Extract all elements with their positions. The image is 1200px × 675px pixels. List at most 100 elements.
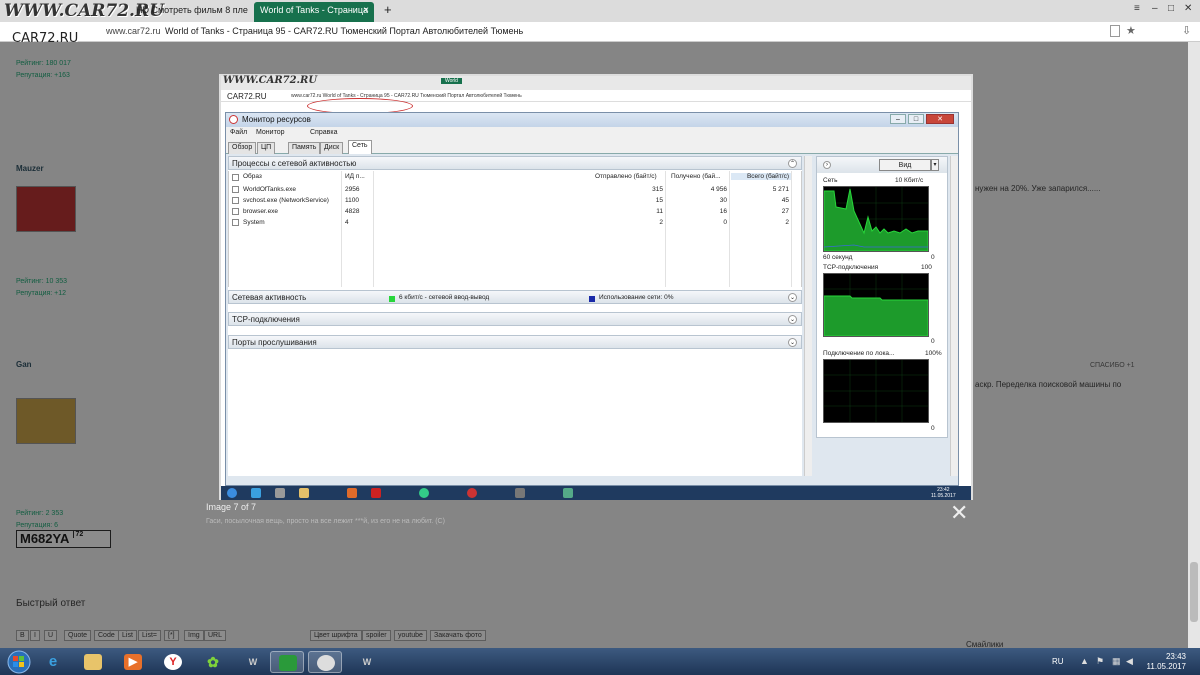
cell-sent: 2	[659, 219, 663, 226]
taskbar-ie[interactable]: e	[36, 651, 70, 673]
chevron-up-icon[interactable]: ⌃	[788, 159, 797, 168]
left-pane-scrollbar[interactable]	[804, 156, 812, 476]
tray-arrow-icon[interactable]: ▲	[1080, 656, 1089, 666]
taskbar-resmon[interactable]	[270, 651, 304, 673]
resmon-graphs-pane: › Вид ▾ Сеть 10 Кбит/с 60 секунд 0 TCP-п…	[816, 156, 948, 438]
row-checkbox[interactable]	[232, 186, 239, 193]
address-bar[interactable]: www.car72.ru World of Tanks - Страница 9…	[0, 22, 1200, 42]
graph-tcp-max: 100	[921, 264, 932, 271]
windows-logo-icon	[7, 650, 31, 674]
chevron-down-icon[interactable]: ⌄	[788, 293, 797, 302]
cell-image: browser.exe	[243, 208, 279, 215]
taskbar-explorer[interactable]	[76, 651, 110, 673]
graphs-header: › Вид ▾	[817, 157, 947, 173]
right-pane-scrollbar[interactable]	[950, 156, 958, 476]
inner-app-icon	[563, 488, 573, 498]
taskbar-wot-launcher[interactable]: W	[350, 651, 384, 673]
url-host[interactable]: www.car72.ru	[106, 26, 161, 36]
cell-total: 5 271	[772, 186, 789, 193]
tab-close-icon[interactable]: ×	[363, 5, 369, 16]
cell-pid: 4	[345, 219, 349, 226]
graph-network-plot	[823, 187, 929, 252]
graph-network-max: 10 Кбит/с	[895, 177, 924, 184]
tab-memory[interactable]: Память	[288, 142, 321, 154]
taskbar-wot[interactable]: W	[236, 651, 270, 673]
start-button[interactable]	[4, 650, 34, 674]
view-dropdown-arrow-icon[interactable]: ▾	[931, 159, 939, 171]
folder-icon	[84, 654, 102, 670]
view-button[interactable]: Вид	[879, 159, 931, 171]
gear-icon: ✿	[207, 654, 219, 670]
row-checkbox[interactable]	[232, 208, 239, 215]
chevron-right-icon[interactable]: ›	[823, 161, 831, 169]
col-pid[interactable]: ИД п...	[345, 173, 365, 180]
minimize-button[interactable]: –	[1152, 3, 1158, 14]
cell-pid: 4828	[345, 208, 360, 215]
col-received[interactable]: Получено (бай...	[671, 173, 721, 180]
cell-sent: 11	[656, 208, 663, 215]
col-total[interactable]: Всего (байт/с)	[731, 173, 791, 180]
inner-chrome-icon	[419, 488, 429, 498]
resmon-maximize-button[interactable]: □	[908, 114, 924, 124]
network-icon[interactable]: ▦	[1112, 656, 1121, 667]
tab-network[interactable]: Сеть	[348, 140, 372, 154]
chevron-down-icon[interactable]: ⌄	[788, 338, 797, 347]
section-processes-header[interactable]: Процессы с сетевой активностью ⌃	[228, 156, 802, 170]
graph-lan-min: 0	[931, 425, 935, 432]
tab-movie[interactable]: HD Смотреть фильм 8 плену у	[130, 2, 248, 22]
volume-icon[interactable]: ◀	[1126, 656, 1133, 667]
language-indicator[interactable]: RU	[1052, 657, 1064, 666]
download-icon[interactable]: ⇩	[1182, 24, 1191, 37]
column-divider	[791, 171, 792, 287]
tab-movie-label: HD Смотреть фильм 8 плену у	[136, 5, 248, 15]
legend-green-swatch	[389, 296, 395, 302]
maximize-button[interactable]: □	[1168, 3, 1174, 14]
cell-image: svchost.exe (NetworkService)	[243, 197, 329, 204]
clock-time[interactable]: 23:43	[1146, 652, 1186, 661]
tab-world-of-tanks[interactable]: World of Tanks - Страница ×	[254, 2, 374, 22]
menu-monitor[interactable]: Монитор	[256, 129, 285, 136]
taskbar-yandex[interactable]: Y	[156, 651, 190, 673]
chevron-down-icon[interactable]: ⌄	[788, 315, 797, 324]
flag-icon[interactable]: ⚑	[1096, 656, 1104, 667]
resmon-title: Монитор ресурсов	[242, 115, 311, 124]
scrollbar-thumb[interactable]	[1190, 562, 1198, 622]
taskbar-app[interactable]: ✿	[196, 651, 230, 673]
inner-watermark: WWW.CAR72.RU	[223, 75, 318, 86]
new-tab-button[interactable]: +	[378, 2, 394, 22]
inner-wot-icon	[515, 488, 525, 498]
page-scrollbar[interactable]	[1188, 42, 1200, 648]
resmon-app-icon	[229, 115, 238, 124]
taskbar-media[interactable]: ▶	[116, 651, 150, 673]
row-checkbox[interactable]	[232, 197, 239, 204]
resmon-minimize-button[interactable]: –	[890, 114, 906, 124]
column-divider	[341, 171, 342, 287]
menu-file[interactable]: Файл	[230, 129, 247, 136]
yandex-browser-icon: Y	[164, 654, 182, 670]
inner-browser-tabs: WWW.CAR72.RU World	[221, 75, 971, 90]
bookmark-star-icon[interactable]: ★	[1126, 24, 1136, 37]
select-all-checkbox[interactable]	[232, 174, 239, 181]
taskbar-paint[interactable]	[308, 651, 342, 673]
clock-date[interactable]: 11.05.2017	[1136, 662, 1186, 671]
row-checkbox[interactable]	[232, 219, 239, 226]
inner-opera-icon	[467, 488, 477, 498]
menu-help[interactable]: Справка	[310, 129, 337, 136]
menu-icon[interactable]: ≡	[1134, 3, 1140, 14]
resmon-close-button[interactable]: ✕	[926, 114, 954, 124]
lightbox-close-icon[interactable]: ✕	[950, 500, 968, 526]
section-ports-header[interactable]: Порты прослушивания ⌄	[228, 335, 802, 349]
close-window-button[interactable]: ✕	[1184, 3, 1192, 14]
url-page-title: World of Tanks - Страница 95 - CAR72.RU …	[165, 26, 524, 36]
reader-icon[interactable]	[1110, 25, 1120, 37]
section-tcp-header[interactable]: TCP-подключения ⌄	[228, 312, 802, 326]
inner-clock-date: 11.05.2017	[931, 493, 956, 499]
col-sent[interactable]: Отправлено (байт/с)	[595, 173, 657, 180]
col-image[interactable]: Образ	[243, 173, 262, 180]
tab-disk[interactable]: Диск	[320, 142, 344, 154]
cell-image: System	[243, 219, 265, 226]
column-divider	[729, 171, 730, 287]
tab-overview[interactable]: Обзор	[228, 142, 257, 154]
section-network-header[interactable]: Сетевая активность 6 кбит/с - сетевой вв…	[228, 290, 802, 304]
tab-cpu[interactable]: ЦП	[257, 142, 276, 154]
